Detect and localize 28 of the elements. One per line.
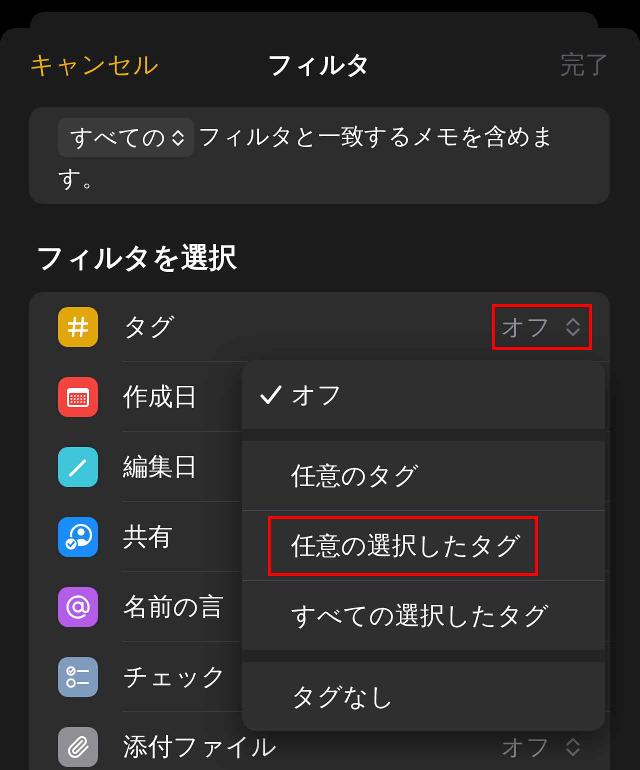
menu-option[interactable]: 任意の選択したタグ (242, 510, 605, 580)
menu-option[interactable]: オフ (242, 360, 605, 429)
menu-option[interactable]: タグなし (242, 662, 605, 731)
chevron-up-down-icon (172, 128, 184, 147)
section-heading: フィルタを選択 (36, 240, 238, 276)
filter-label: 名前の言 (122, 590, 224, 622)
paperclip-icon (58, 727, 98, 767)
cancel-button[interactable]: キャンセル (29, 49, 159, 81)
value-popup-button[interactable]: オフ (501, 312, 580, 342)
menu-option[interactable]: 任意のタグ (242, 441, 605, 510)
filter-label: 共有 (122, 520, 173, 552)
sheet-title: フィルタ (268, 49, 372, 81)
chevron-up-down-icon (566, 316, 580, 336)
filter-label: 作成日 (122, 380, 198, 412)
calendar-icon (58, 377, 98, 417)
pencil-icon (58, 447, 98, 487)
checkmark-icon (260, 384, 282, 406)
filter-label: タグ (122, 310, 175, 342)
hash-icon (58, 307, 98, 347)
match-mode-button[interactable]: すべての (58, 118, 194, 158)
person-check-icon (58, 517, 98, 557)
description-text: すべての フィルタと一致するメモを含めます。 (58, 116, 570, 200)
filter-label: チェック (122, 660, 227, 692)
filter-label: 編集日 (122, 450, 198, 482)
at-sign-icon (58, 587, 98, 627)
filter-label: 添付ファイル (122, 731, 277, 763)
checklist-icon (58, 657, 98, 697)
chevron-up-down-icon (566, 737, 580, 757)
